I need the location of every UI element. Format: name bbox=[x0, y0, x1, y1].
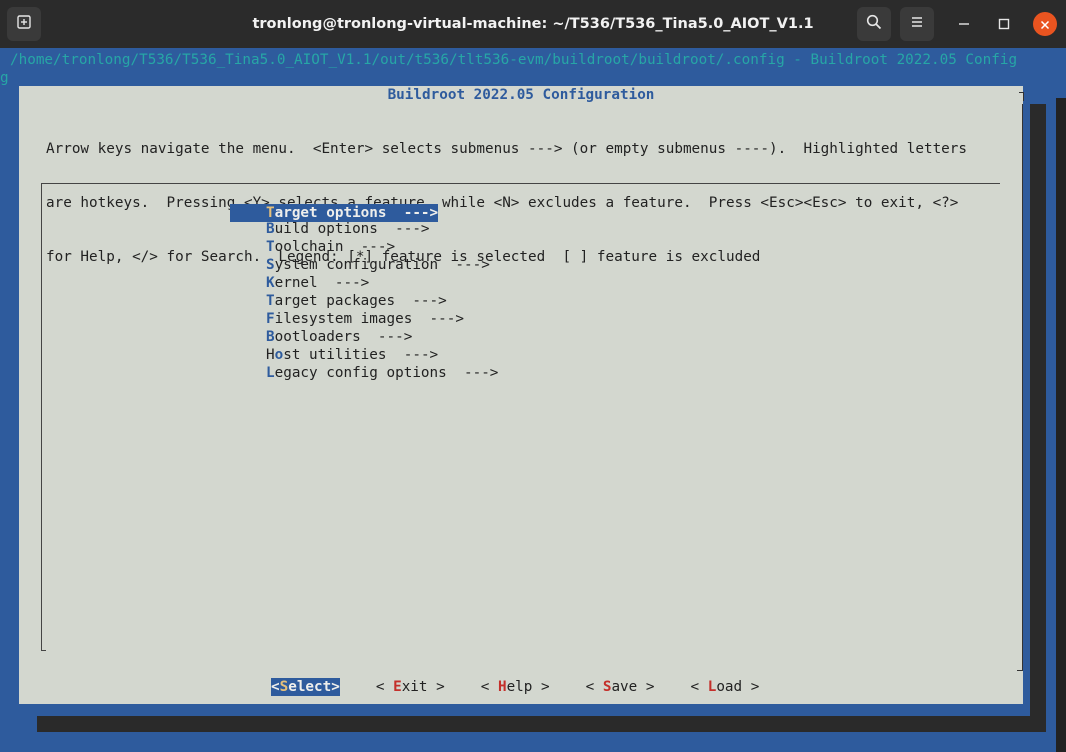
button-label: oad > bbox=[716, 679, 760, 695]
menu-item-label: ernel ---> bbox=[274, 275, 370, 291]
terminal-area[interactable]: /home/tronlong/T536/T536_Tina5.0_AIOT_V1… bbox=[0, 48, 1066, 752]
maximize-icon bbox=[998, 15, 1010, 34]
menu-item-label: arget options ---> bbox=[274, 205, 439, 221]
dialog-button[interactable]: < Help > bbox=[481, 678, 550, 696]
config-dialog: Buildroot 2022.05 Configuration Arrow ke… bbox=[19, 86, 1024, 704]
dialog-button[interactable]: <Select> bbox=[271, 678, 340, 696]
button-hotkey: S bbox=[279, 679, 289, 695]
menu-item-hotkey: L bbox=[266, 365, 275, 381]
menu-list: Target options ---> Build options ---> Too… bbox=[230, 202, 498, 382]
terminal-scrollbar[interactable] bbox=[1056, 98, 1066, 752]
menu-box-border-top bbox=[41, 183, 1000, 184]
menu-item-hotkey: T bbox=[266, 239, 275, 255]
button-hotkey: H bbox=[497, 679, 507, 695]
dialog-shadow-right bbox=[1030, 104, 1046, 716]
dialog-title: Buildroot 2022.05 Configuration bbox=[387, 87, 655, 103]
menu-item[interactable]: System configuration ---> bbox=[230, 256, 498, 274]
button-bracket: < bbox=[271, 679, 280, 695]
dialog-button[interactable]: < Save > bbox=[586, 678, 655, 696]
menu-item[interactable]: Toolchain ---> bbox=[230, 238, 498, 256]
terminal-header-line: /home/tronlong/T536/T536_Tina5.0_AIOT_V1… bbox=[10, 52, 1018, 68]
minimize-button[interactable] bbox=[952, 12, 976, 36]
menu-item[interactable]: Filesystem images ---> bbox=[230, 310, 498, 328]
dialog-border-corner bbox=[1019, 92, 1024, 101]
menu-item-label: ilesystem images ---> bbox=[274, 311, 464, 327]
menu-item[interactable]: Host utilities ---> bbox=[230, 346, 498, 364]
button-bracket: < bbox=[480, 679, 498, 695]
button-row: <Select> < Exit > < Help > < Save > < Load > bbox=[271, 678, 759, 696]
button-label: xit > bbox=[401, 679, 445, 695]
close-icon bbox=[1040, 15, 1050, 34]
dialog-border-right bbox=[1022, 104, 1024, 666]
dialog-button[interactable]: < Load > bbox=[691, 678, 760, 696]
menu-item-label: arget packages ---> bbox=[274, 293, 447, 309]
minimize-icon bbox=[958, 15, 970, 34]
help-line: Arrow keys navigate the menu. <Enter> se… bbox=[46, 141, 967, 157]
button-bracket: < bbox=[375, 679, 394, 695]
hamburger-menu-icon bbox=[909, 14, 925, 34]
button-label: ave > bbox=[611, 679, 655, 695]
menu-box: Target options ---> Build options ---> Too… bbox=[41, 183, 1000, 651]
menu-item-hotkey: S bbox=[266, 257, 275, 273]
menu-item[interactable]: Build options ---> bbox=[230, 220, 498, 238]
menu-item-label: ootloaders ---> bbox=[274, 329, 413, 345]
dialog-shadow-bottom bbox=[37, 716, 1046, 732]
menu-item-label: st utilities ---> bbox=[283, 347, 439, 363]
search-button[interactable] bbox=[857, 7, 891, 41]
menu-box-border-left bbox=[41, 183, 42, 651]
menu-item-prefix: H bbox=[266, 347, 275, 363]
menu-item-label: egacy config options ---> bbox=[274, 365, 499, 381]
menu-item-hotkey: o bbox=[274, 347, 284, 363]
button-label: elect> bbox=[288, 679, 340, 695]
maximize-button[interactable] bbox=[992, 12, 1016, 36]
button-bracket: < bbox=[585, 679, 603, 695]
menu-item-hotkey: K bbox=[266, 275, 275, 291]
button-label: elp > bbox=[506, 679, 550, 695]
button-bracket: < bbox=[690, 679, 708, 695]
menu-item-hotkey: T bbox=[266, 293, 275, 309]
menu-item-label: uild options ---> bbox=[274, 221, 430, 237]
dialog-border-corner-bottom bbox=[1017, 666, 1023, 671]
new-tab-button[interactable] bbox=[7, 7, 41, 41]
close-button[interactable] bbox=[1033, 12, 1057, 36]
button-hotkey: E bbox=[393, 679, 402, 695]
menu-item[interactable]: Bootloaders ---> bbox=[230, 328, 498, 346]
dialog-button[interactable]: < Exit > bbox=[376, 678, 445, 696]
menu-button[interactable] bbox=[900, 7, 934, 41]
menu-box-border-bottom bbox=[41, 650, 46, 651]
menu-item-hotkey: B bbox=[266, 329, 275, 345]
search-icon bbox=[866, 14, 882, 34]
menu-item[interactable]: Target packages ---> bbox=[230, 292, 498, 310]
menu-item-hotkey: F bbox=[266, 311, 275, 327]
menu-item-hotkey: B bbox=[266, 221, 275, 237]
menu-item[interactable]: Legacy config options ---> bbox=[230, 364, 498, 382]
menu-item-label: oolchain ---> bbox=[274, 239, 396, 255]
window-titlebar: tronlong@tronlong-virtual-machine: ~/T53… bbox=[0, 0, 1066, 49]
terminal-header-wrap: g bbox=[0, 70, 9, 86]
menu-item[interactable]: Kernel ---> bbox=[230, 274, 498, 292]
menu-item-label: ystem configuration ---> bbox=[274, 257, 490, 273]
new-tab-icon bbox=[16, 14, 32, 34]
menu-item-hotkey: T bbox=[266, 205, 275, 221]
